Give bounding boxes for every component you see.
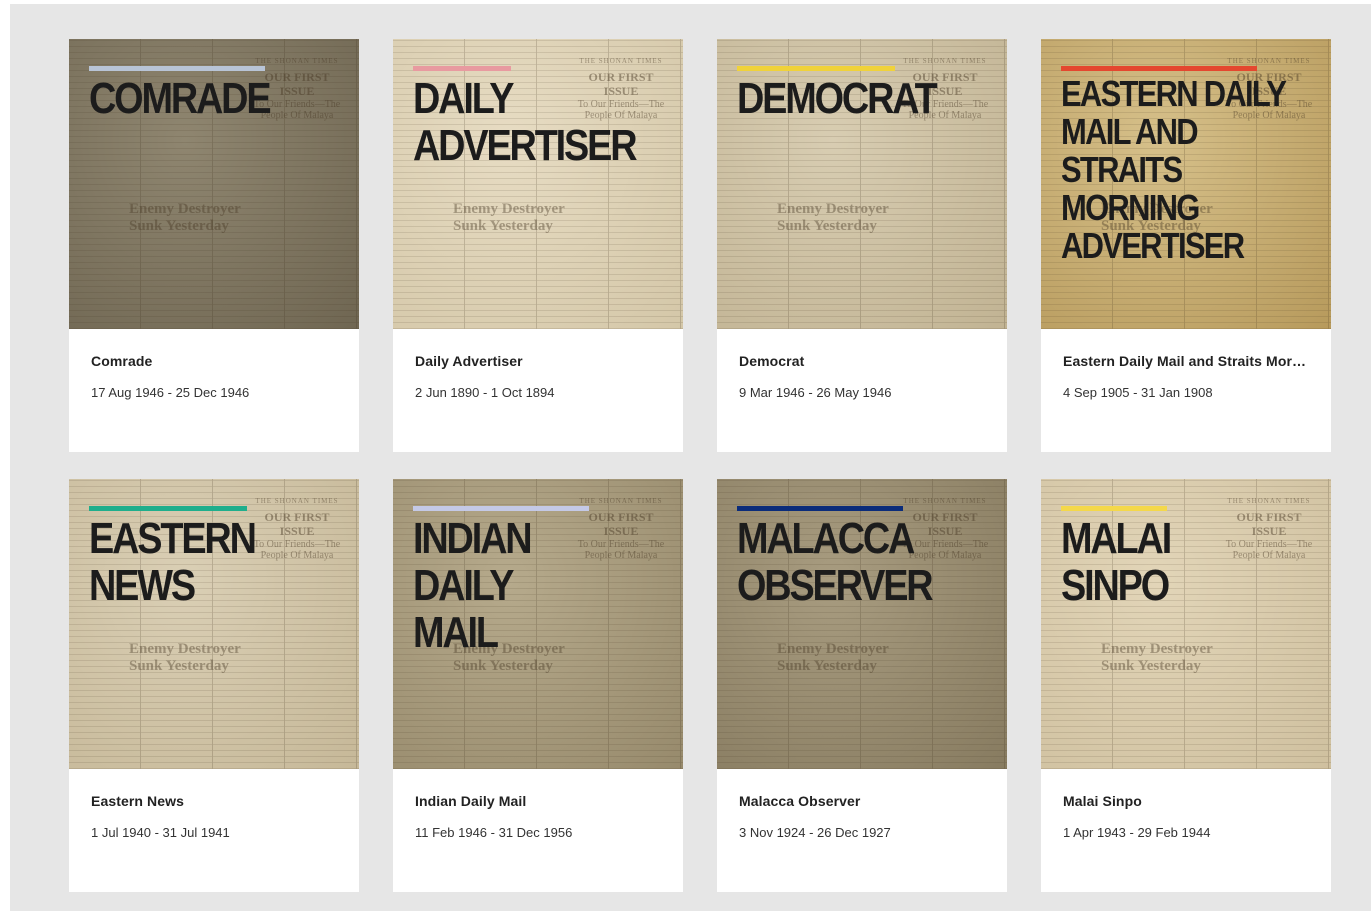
cover-title: EASTERN NEWS [89, 515, 347, 609]
date-range: 2 Jun 1890 - 1 Oct 1894 [415, 385, 555, 400]
cover-title-line: MAIL [413, 608, 499, 657]
cover-title-line: EASTERN DAILY [1061, 73, 1287, 114]
cover-title-line: NEWS [89, 561, 196, 610]
date-range: 17 Aug 1946 - 25 Dec 1946 [91, 385, 250, 400]
newspaper-cover[interactable]: THE SHONAN TIMES OUR FIRST ISSUE To Our Fr… [1041, 479, 1331, 769]
card-info: Indian Daily Mail 11 Feb 1946 - 31 Dec 19… [393, 769, 683, 840]
accent-bar [89, 506, 247, 511]
cover-title-line: SINPO [1061, 561, 1170, 610]
newspaper-title[interactable]: Comrade [91, 353, 337, 369]
cover-title-line: DAILY [413, 74, 514, 123]
newspaper-title[interactable]: Malai Sinpo [1063, 793, 1309, 809]
newsprint-headline: Enemy Destroyer Sunk Yesterday [777, 201, 889, 234]
newspaper-cover[interactable]: THE SHONAN TIMES OUR FIRST ISSUE To Our Fr… [69, 39, 359, 329]
newspaper-title[interactable]: Eastern News [91, 793, 337, 809]
newspaper-title[interactable]: Democrat [739, 353, 985, 369]
cover-title: DEMOCRAT [737, 75, 995, 122]
newspaper-cover[interactable]: THE SHONAN TIMES OUR FIRST ISSUE To Our Fr… [717, 479, 1007, 769]
newspaper-card[interactable]: THE SHONAN TIMES OUR FIRST ISSUE To Our Fr… [1041, 479, 1331, 892]
cover-title-line: MAIL AND [1061, 111, 1199, 152]
newspaper-card[interactable]: THE SHONAN TIMES OUR FIRST ISSUE To Our Fr… [69, 39, 359, 452]
newspaper-card[interactable]: THE SHONAN TIMES OUR FIRST ISSUE To Our Fr… [717, 39, 1007, 452]
date-range: 4 Sep 1905 - 31 Jan 1908 [1063, 385, 1213, 400]
cover-title-line: DEMOCRAT [737, 74, 938, 123]
cover-title-line: ADVERTISER [413, 121, 638, 170]
cover-title: EASTERN DAILY MAIL AND STRAITS MORNING ADVER… [1061, 75, 1319, 265]
card-info: Malacca Observer 3 Nov 1924 - 26 Dec 1927 [717, 769, 1007, 840]
accent-bar [737, 66, 895, 71]
newspaper-title[interactable]: Indian Daily Mail [415, 793, 661, 809]
cover-title-line: COMRADE [89, 74, 272, 123]
cover-title-line: DAILY [413, 561, 514, 610]
accent-bar [1061, 66, 1257, 71]
date-range: 11 Feb 1946 - 31 Dec 1956 [415, 825, 573, 840]
cover-title-line: MALAI [1061, 514, 1172, 563]
newsprint-headline: Enemy Destroyer Sunk Yesterday [453, 201, 565, 234]
card-info: Malai Sinpo 1 Apr 1943 - 29 Feb 1944 [1041, 769, 1331, 840]
cover-title: MALAI SINPO [1061, 515, 1319, 609]
cover-title-line: STRAITS [1061, 149, 1183, 190]
newsprint-headline: Enemy Destroyer Sunk Yesterday [777, 641, 889, 674]
accent-bar [737, 506, 903, 511]
newspaper-card[interactable]: THE SHONAN TIMES OUR FIRST ISSUE To Our Fr… [393, 39, 683, 452]
cover-title: MALACCA OBSERVER [737, 515, 995, 609]
newspaper-cover[interactable]: THE SHONAN TIMES OUR FIRST ISSUE To Our Fr… [393, 39, 683, 329]
cover-title-line: EASTERN [89, 514, 257, 563]
accent-bar [413, 506, 589, 511]
cover-title-line: ADVERTISER [1061, 225, 1245, 266]
cover-title: COMRADE [89, 75, 347, 122]
newspaper-title[interactable]: Malacca Observer [739, 793, 985, 809]
newspaper-cover[interactable]: THE SHONAN TIMES OUR FIRST ISSUE To Our Fr… [717, 39, 1007, 329]
cover-title-line: MORNING [1061, 187, 1200, 228]
newspaper-title[interactable]: Eastern Daily Mail and Straits Morning A… [1063, 353, 1309, 369]
newspaper-card[interactable]: THE SHONAN TIMES OUR FIRST ISSUE To Our Fr… [717, 479, 1007, 892]
date-range: 1 Apr 1943 - 29 Feb 1944 [1063, 825, 1211, 840]
card-info: Eastern Daily Mail and Straits Morning A… [1041, 329, 1331, 400]
newsprint-headline: Enemy Destroyer Sunk Yesterday [129, 201, 241, 234]
cover-title-line: OBSERVER [737, 561, 934, 610]
card-info: Democrat 9 Mar 1946 - 26 May 1946 [717, 329, 1007, 400]
newsprint-headline: Enemy Destroyer Sunk Yesterday [1101, 641, 1213, 674]
newspaper-cover[interactable]: THE SHONAN TIMES OUR FIRST ISSUE To Our Fr… [1041, 39, 1331, 329]
collection-panel: THE SHONAN TIMES OUR FIRST ISSUE To Our Fr… [10, 4, 1371, 911]
newspaper-cover[interactable]: THE SHONAN TIMES OUR FIRST ISSUE To Our Fr… [393, 479, 683, 769]
newsprint-headline: Enemy Destroyer Sunk Yesterday [129, 641, 241, 674]
newspaper-grid: THE SHONAN TIMES OUR FIRST ISSUE To Our Fr… [69, 39, 1331, 892]
card-info: Eastern News 1 Jul 1940 - 31 Jul 1941 [69, 769, 359, 840]
date-range: 3 Nov 1924 - 26 Dec 1927 [739, 825, 891, 840]
newspaper-card[interactable]: THE SHONAN TIMES OUR FIRST ISSUE To Our Fr… [393, 479, 683, 892]
cover-title-line: INDIAN [413, 514, 533, 563]
newspaper-card[interactable]: THE SHONAN TIMES OUR FIRST ISSUE To Our Fr… [69, 479, 359, 892]
newspaper-title[interactable]: Daily Advertiser [415, 353, 661, 369]
date-range: 9 Mar 1946 - 26 May 1946 [739, 385, 892, 400]
cover-title: DAILY ADVERTISER [413, 75, 671, 169]
cover-title-line: MALACCA [737, 514, 915, 563]
accent-bar [89, 66, 265, 71]
newspaper-cover[interactable]: THE SHONAN TIMES OUR FIRST ISSUE To Our Fr… [69, 479, 359, 769]
date-range: 1 Jul 1940 - 31 Jul 1941 [91, 825, 230, 840]
card-info: Daily Advertiser 2 Jun 1890 - 1 Oct 1894 [393, 329, 683, 400]
card-info: Comrade 17 Aug 1946 - 25 Dec 1946 [69, 329, 359, 400]
cover-title: INDIAN DAILY MAIL [413, 515, 671, 656]
accent-bar [1061, 506, 1167, 511]
newspaper-card[interactable]: THE SHONAN TIMES OUR FIRST ISSUE To Our Fr… [1041, 39, 1331, 452]
accent-bar [413, 66, 511, 71]
